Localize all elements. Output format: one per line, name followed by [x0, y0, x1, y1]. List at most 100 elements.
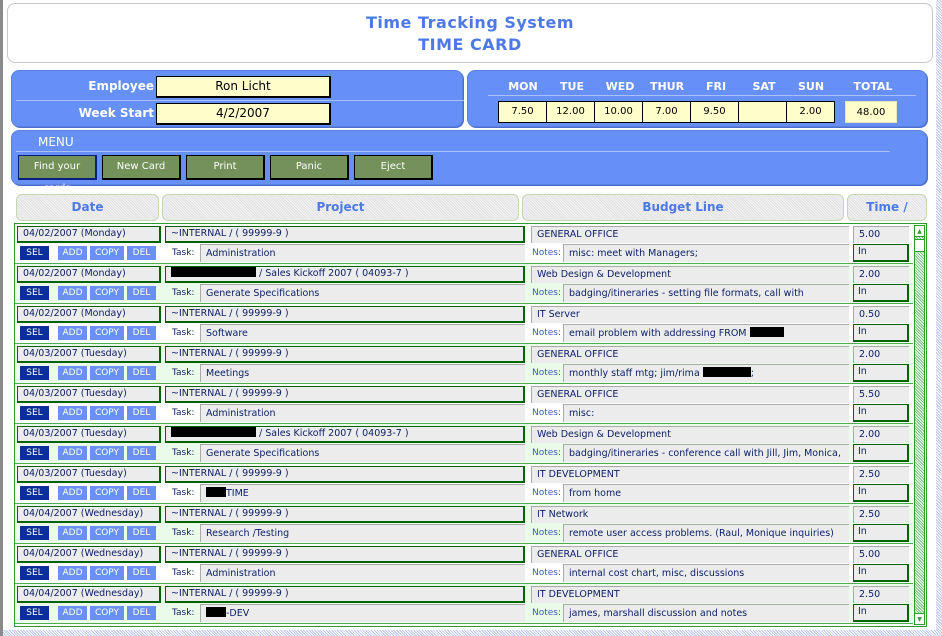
select-entry-button[interactable]: SEL [20, 326, 49, 340]
entry-date-field[interactable]: 04/02/2007 (Monday) [17, 306, 161, 323]
print-button[interactable]: Print [186, 155, 265, 180]
entry-hours-field[interactable]: 2.50 [853, 586, 909, 603]
entry-project-field[interactable]: ~INTERNAL / ( 99999-9 ) [165, 226, 525, 243]
entry-project-field[interactable]: ~INTERNAL / ( 99999-9 ) [165, 386, 525, 403]
entry-task-field[interactable]: Administration [200, 564, 525, 582]
entry-date-field[interactable]: 04/02/2007 (Monday) [17, 226, 161, 243]
scrollbar-thumb[interactable] [915, 239, 924, 252]
entry-scope-field[interactable]: In [853, 444, 909, 462]
entry-scope-field[interactable]: In [853, 324, 909, 342]
entry-budget-line-field[interactable]: GENERAL OFFICE [531, 386, 849, 403]
delete-entry-button[interactable]: DEL [127, 446, 156, 460]
delete-entry-button[interactable]: DEL [127, 486, 156, 500]
select-entry-button[interactable]: SEL [20, 486, 49, 500]
entry-task-field[interactable]: -DEV [200, 604, 525, 622]
entry-date-field[interactable]: 04/03/2007 (Tuesday) [17, 466, 161, 483]
panic-button[interactable]: Panic [270, 155, 349, 180]
entry-scope-field[interactable]: In [853, 284, 909, 302]
entry-budget-line-field[interactable]: GENERAL OFFICE [531, 546, 849, 563]
entry-project-field[interactable]: ~INTERNAL / ( 99999-9 ) [165, 586, 525, 603]
copy-entry-button[interactable]: COPY [90, 526, 124, 540]
entry-budget-line-field[interactable]: Web Design & Development [531, 266, 849, 283]
delete-entry-button[interactable]: DEL [127, 286, 156, 300]
entry-scope-field[interactable]: In [853, 564, 909, 582]
select-entry-button[interactable]: SEL [20, 246, 49, 260]
copy-entry-button[interactable]: COPY [90, 486, 124, 500]
select-entry-button[interactable]: SEL [20, 446, 49, 460]
copy-entry-button[interactable]: COPY [90, 606, 124, 620]
delete-entry-button[interactable]: DEL [127, 406, 156, 420]
copy-entry-button[interactable]: COPY [90, 406, 124, 420]
entry-scope-field[interactable]: In [853, 604, 909, 622]
delete-entry-button[interactable]: DEL [127, 326, 156, 340]
entry-hours-field[interactable]: 2.00 [853, 266, 909, 283]
vertical-scrollbar[interactable]: ▲ ▼ [914, 225, 925, 625]
copy-entry-button[interactable]: COPY [90, 446, 124, 460]
select-entry-button[interactable]: SEL [20, 406, 49, 420]
add-entry-button[interactable]: ADD [58, 366, 87, 380]
entry-project-field[interactable]: / Sales Kickoff 2007 ( 04093-7 ) [165, 266, 525, 283]
find-your-cards-button[interactable]: Find your cards [18, 155, 97, 194]
copy-entry-button[interactable]: COPY [90, 326, 124, 340]
entry-date-field[interactable]: 04/04/2007 (Wednesday) [17, 586, 161, 603]
entry-hours-field[interactable]: 2.00 [853, 346, 909, 363]
delete-entry-button[interactable]: DEL [127, 246, 156, 260]
entry-budget-line-field[interactable]: IT DEVELOPMENT [531, 586, 849, 603]
entry-project-field[interactable]: ~INTERNAL / ( 99999-9 ) [165, 346, 525, 363]
entry-project-field[interactable]: ~INTERNAL / ( 99999-9 ) [165, 506, 525, 523]
add-entry-button[interactable]: ADD [58, 566, 87, 580]
add-entry-button[interactable]: ADD [58, 526, 87, 540]
entry-hours-field[interactable]: 5.50 [853, 386, 909, 403]
entry-project-field[interactable]: ~INTERNAL / ( 99999-9 ) [165, 466, 525, 483]
entry-hours-field[interactable]: 2.50 [853, 506, 909, 523]
entry-hours-field[interactable]: 5.00 [853, 546, 909, 563]
entry-notes-field[interactable]: monthly staff mtg; jim/rima ; [563, 364, 849, 382]
delete-entry-button[interactable]: DEL [127, 526, 156, 540]
scroll-up-arrow-icon[interactable]: ▲ [915, 226, 924, 237]
add-entry-button[interactable]: ADD [58, 286, 87, 300]
entry-date-field[interactable]: 04/03/2007 (Tuesday) [17, 426, 161, 443]
entry-notes-field[interactable]: badging/itineraries - setting file forma… [563, 284, 849, 302]
entry-notes-field[interactable]: misc: [563, 404, 849, 422]
entry-task-field[interactable]: Software [200, 324, 525, 342]
copy-entry-button[interactable]: COPY [90, 566, 124, 580]
entry-hours-field[interactable]: 0.50 [853, 306, 909, 323]
entry-date-field[interactable]: 04/04/2007 (Wednesday) [17, 546, 161, 563]
entry-budget-line-field[interactable]: Web Design & Development [531, 426, 849, 443]
add-entry-button[interactable]: ADD [58, 606, 87, 620]
copy-entry-button[interactable]: COPY [90, 246, 124, 260]
select-entry-button[interactable]: SEL [20, 606, 49, 620]
copy-entry-button[interactable]: COPY [90, 366, 124, 380]
entry-scope-field[interactable]: In [853, 364, 909, 382]
entry-notes-field[interactable]: remote user access problems. (Raul, Moni… [563, 524, 849, 542]
entry-budget-line-field[interactable]: IT Server [531, 306, 849, 323]
add-entry-button[interactable]: ADD [58, 326, 87, 340]
entry-hours-field[interactable]: 2.00 [853, 426, 909, 443]
entry-task-field[interactable]: Meetings [200, 364, 525, 382]
entry-task-field[interactable]: Generate Specifications [200, 284, 525, 302]
entry-project-field[interactable]: ~INTERNAL / ( 99999-9 ) [165, 546, 525, 563]
entry-task-field[interactable]: Research /Testing [200, 524, 525, 542]
entry-notes-field[interactable]: from home [563, 484, 849, 502]
entry-task-field[interactable]: Administration [200, 244, 525, 262]
entry-task-field[interactable]: TIME [200, 484, 525, 502]
employee-field[interactable]: Ron Licht [156, 76, 331, 98]
entry-budget-line-field[interactable]: GENERAL OFFICE [531, 226, 849, 243]
select-entry-button[interactable]: SEL [20, 566, 49, 580]
week-start-field[interactable]: 4/2/2007 [156, 103, 331, 125]
add-entry-button[interactable]: ADD [58, 486, 87, 500]
entry-date-field[interactable]: 04/04/2007 (Wednesday) [17, 506, 161, 523]
select-entry-button[interactable]: SEL [20, 526, 49, 540]
entry-project-field[interactable]: / Sales Kickoff 2007 ( 04093-7 ) [165, 426, 525, 443]
entry-notes-field[interactable]: email problem with addressing FROM [563, 324, 849, 342]
add-entry-button[interactable]: ADD [58, 446, 87, 460]
delete-entry-button[interactable]: DEL [127, 366, 156, 380]
scroll-down-arrow-icon[interactable]: ▼ [915, 613, 924, 624]
copy-entry-button[interactable]: COPY [90, 286, 124, 300]
entry-task-field[interactable]: Administration [200, 404, 525, 422]
entry-notes-field[interactable]: james, marshall discussion and notes [563, 604, 849, 622]
entry-date-field[interactable]: 04/02/2007 (Monday) [17, 266, 161, 283]
entry-budget-line-field[interactable]: IT DEVELOPMENT [531, 466, 849, 483]
select-entry-button[interactable]: SEL [20, 366, 49, 380]
entry-hours-field[interactable]: 5.00 [853, 226, 909, 243]
